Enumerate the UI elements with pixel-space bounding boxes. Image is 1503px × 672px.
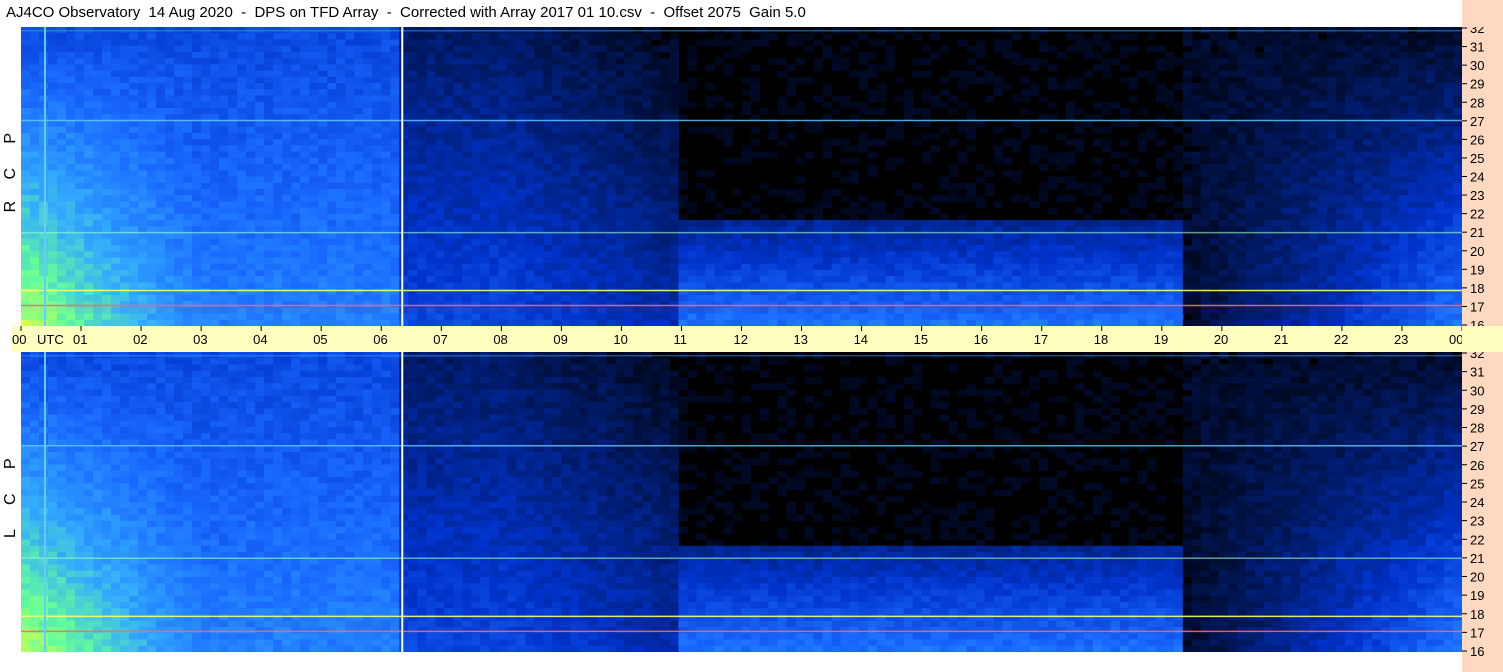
freq-tick-label: 18: [1470, 281, 1484, 296]
freq-tick-label: 25: [1470, 476, 1484, 491]
spectrogram-cells: [21, 352, 1462, 652]
freq-tick-label: 24: [1470, 495, 1484, 510]
corner-strip: [1462, 0, 1503, 27]
freq-tick-label: 16: [1470, 318, 1484, 326]
freq-tick-label: 22: [1470, 207, 1484, 222]
time-tick-label: 13: [794, 332, 808, 347]
freq-tick-label: 24: [1470, 170, 1484, 185]
freq-tick-label: 31: [1470, 40, 1484, 55]
freq-tick-label: 23: [1470, 188, 1484, 203]
freq-tick-label: 20: [1470, 570, 1484, 585]
time-tick-label: 19: [1154, 332, 1168, 347]
freq-tick-label: 28: [1470, 421, 1484, 436]
time-tick-label: 22: [1334, 332, 1348, 347]
time-tick-label: 04: [253, 332, 267, 347]
time-tick-label: 20: [1214, 332, 1228, 347]
time-tick-label: 23: [1394, 332, 1408, 347]
time-unit-label: UTC: [37, 332, 64, 347]
time-axis: 00 01 02 03 04 05 06 07 08 09 10 11 12 13 14 15 16 17 18 19…: [12, 326, 1462, 352]
freq-tick-label: 26: [1470, 458, 1484, 473]
time-tick-label: 14: [854, 332, 868, 347]
page-title: AJ4CO Observatory 14 Aug 2020 - DPS on T…: [6, 4, 806, 21]
freq-tick-label: 30: [1470, 58, 1484, 73]
polarization-letter: P: [2, 133, 19, 144]
freq-tick-label: 31: [1470, 365, 1484, 380]
freq-tick-label: 29: [1470, 402, 1484, 417]
lcp-frequency-axis: 16 17 18 19 20 21 22 23 24 25 26 27 28 29 30 31 32: [1462, 352, 1503, 672]
freq-tick-label: 28: [1470, 95, 1484, 110]
freq-tick-label: 23: [1470, 514, 1484, 529]
time-tick-label: 02: [133, 332, 147, 347]
freq-tick-label: 32: [1470, 27, 1484, 36]
time-tick-label: 15: [914, 332, 928, 347]
polarization-letter: R: [2, 201, 19, 213]
time-tick-label: 10: [613, 332, 627, 347]
freq-tick-label: 25: [1470, 151, 1484, 166]
freq-tick-label: 29: [1470, 77, 1484, 92]
freq-tick-label: 30: [1470, 383, 1484, 398]
polarization-letter: C: [2, 493, 19, 505]
freq-tick-label: 21: [1470, 225, 1484, 240]
polarization-letter: C: [2, 168, 19, 180]
time-tick-label: 07: [433, 332, 447, 347]
freq-tick-label: 20: [1470, 244, 1484, 259]
time-tick-label: 00: [1449, 332, 1462, 347]
rcp-frequency-axis: 16 17 18 19 20 21 22 23 24 25 26 27 28 29 30 31 32: [1462, 27, 1503, 326]
freq-tick-label: 21: [1470, 551, 1484, 566]
freq-tick-label: 26: [1470, 132, 1484, 147]
time-tick-label: 01: [73, 332, 87, 347]
time-tick-label: 12: [734, 332, 748, 347]
freq-tick-label: 19: [1470, 262, 1484, 277]
time-tick-label: 06: [373, 332, 387, 347]
time-tick-label: 05: [313, 332, 327, 347]
time-tick-label: 11: [673, 332, 687, 347]
freq-tick-label: 17: [1470, 299, 1484, 314]
lcp-spectrogram: [21, 352, 1462, 652]
time-tick-label: 16: [974, 332, 988, 347]
time-tick-label: 18: [1094, 332, 1108, 347]
freq-tick-label: 27: [1470, 439, 1484, 454]
freq-tick-label: 22: [1470, 532, 1484, 547]
time-tick-label: 21: [1274, 332, 1288, 347]
freq-tick-label: 27: [1470, 114, 1484, 129]
lcp-polarization-label: L C P: [0, 352, 21, 652]
time-tick-label: 17: [1034, 332, 1048, 347]
rcp-spectrogram: [21, 27, 1462, 326]
time-axis-unit-area: [1462, 326, 1503, 352]
time-tick-label: 00: [12, 332, 26, 347]
time-tick-label: 03: [193, 332, 207, 347]
rcp-polarization-label: R C P: [0, 27, 21, 326]
freq-tick-label: 19: [1470, 588, 1484, 603]
time-tick-label: 09: [553, 332, 567, 347]
time-tick-label: 08: [493, 332, 507, 347]
freq-tick-label: 16: [1470, 644, 1484, 659]
freq-tick-label: 17: [1470, 625, 1484, 640]
polarization-letter: L: [2, 529, 19, 538]
polarization-letter: P: [2, 458, 19, 469]
freq-tick-label: 32: [1470, 352, 1484, 361]
freq-tick-label: 18: [1470, 607, 1484, 622]
